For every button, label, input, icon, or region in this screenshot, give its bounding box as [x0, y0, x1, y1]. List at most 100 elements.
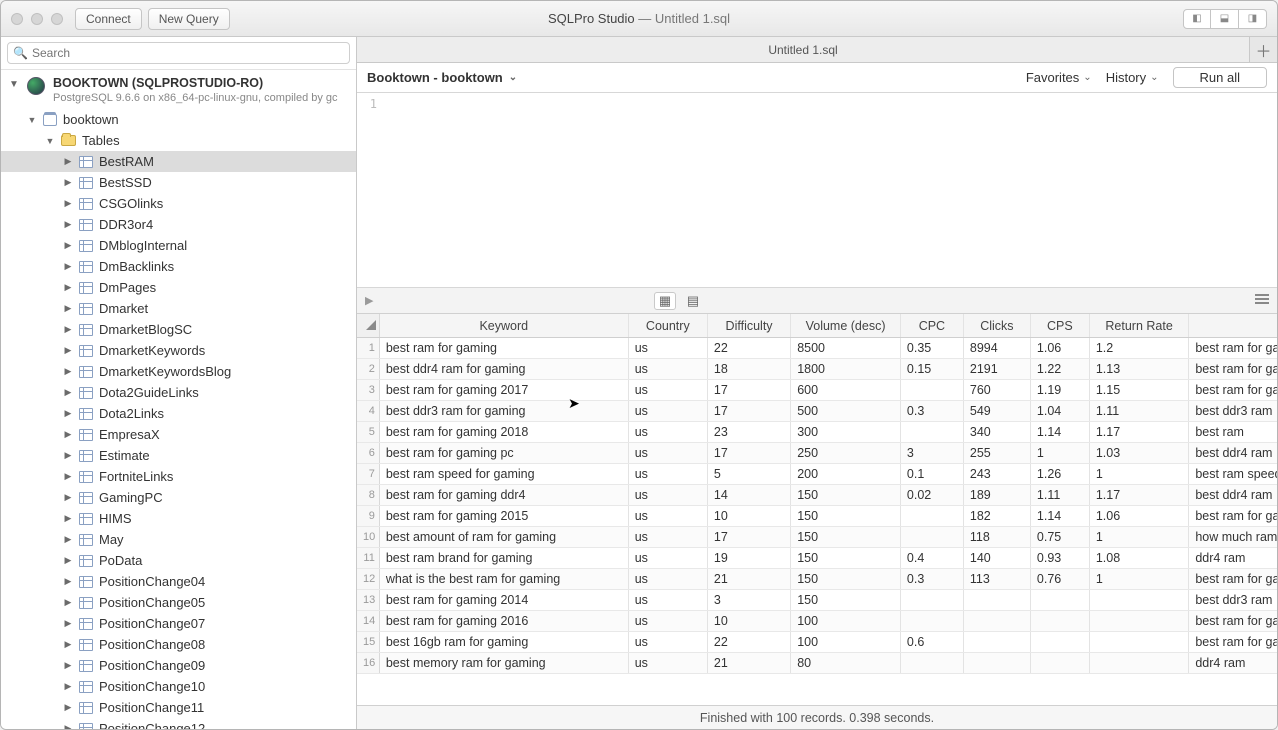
- cell[interactable]: 150: [791, 527, 901, 548]
- cell[interactable]: best ram for ga: [1189, 632, 1277, 653]
- cell[interactable]: 1.17: [1089, 422, 1189, 443]
- tree-table[interactable]: ▶May: [1, 529, 356, 550]
- cell[interactable]: best ram for gaming 2016: [379, 611, 628, 632]
- cell[interactable]: 243: [963, 464, 1030, 485]
- cell[interactable]: best ram for gaming 2018: [379, 422, 628, 443]
- cell[interactable]: 17: [707, 380, 790, 401]
- tree-table[interactable]: ▶PositionChange12: [1, 718, 356, 729]
- cell[interactable]: 18: [707, 359, 790, 380]
- cell[interactable]: best ddr4 ram: [1189, 443, 1277, 464]
- cell[interactable]: 0.35: [900, 338, 963, 359]
- tree-table[interactable]: ▶PositionChange07: [1, 613, 356, 634]
- cell[interactable]: [900, 527, 963, 548]
- tree-table[interactable]: ▶PositionChange08: [1, 634, 356, 655]
- row-number[interactable]: 9: [357, 506, 379, 527]
- tree-table[interactable]: ▶Dota2Links: [1, 403, 356, 424]
- cell[interactable]: 500: [791, 401, 901, 422]
- cell[interactable]: us: [628, 611, 707, 632]
- results-text-view[interactable]: ▤: [682, 292, 704, 310]
- cell[interactable]: us: [628, 527, 707, 548]
- cell[interactable]: 340: [963, 422, 1030, 443]
- cell[interactable]: best ram for gaming 2017: [379, 380, 628, 401]
- panel-toggle-right[interactable]: ◨: [1239, 9, 1267, 29]
- panel-toggle-left[interactable]: ◧: [1183, 9, 1211, 29]
- cell[interactable]: [963, 590, 1030, 611]
- cell[interactable]: [900, 380, 963, 401]
- cell[interactable]: 300: [791, 422, 901, 443]
- row-number[interactable]: 1: [357, 338, 379, 359]
- column-header[interactable]: CPS: [1030, 314, 1089, 338]
- tree-table[interactable]: ▶PositionChange11: [1, 697, 356, 718]
- cell[interactable]: us: [628, 548, 707, 569]
- cell[interactable]: best ddr3 ram: [1189, 590, 1277, 611]
- cell[interactable]: ddr4 ram: [1189, 548, 1277, 569]
- cell[interactable]: 0.4: [900, 548, 963, 569]
- table-row[interactable]: 1best ram for gamingus2285000.3589941.06…: [357, 338, 1277, 359]
- zoom-window[interactable]: [51, 13, 63, 25]
- tree-table[interactable]: ▶PoData: [1, 550, 356, 571]
- tree-table[interactable]: ▶PositionChange04: [1, 571, 356, 592]
- cell[interactable]: best ram for gaming pc: [379, 443, 628, 464]
- cell[interactable]: [1089, 632, 1189, 653]
- cell[interactable]: 140: [963, 548, 1030, 569]
- cell[interactable]: 17: [707, 527, 790, 548]
- cell[interactable]: 1.14: [1030, 422, 1089, 443]
- close-window[interactable]: [11, 13, 23, 25]
- column-header[interactable]: Country: [628, 314, 707, 338]
- cell[interactable]: 1.19: [1030, 380, 1089, 401]
- cell[interactable]: 1: [1089, 527, 1189, 548]
- add-tab-button[interactable]: ＋: [1249, 37, 1277, 62]
- cell[interactable]: 19: [707, 548, 790, 569]
- tree-table[interactable]: ▶HIMS: [1, 508, 356, 529]
- row-number[interactable]: 12: [357, 569, 379, 590]
- table-row[interactable]: 2best ddr4 ram for gamingus1818000.15219…: [357, 359, 1277, 380]
- results-grid-view[interactable]: ▦: [654, 292, 676, 310]
- row-corner[interactable]: [357, 314, 379, 338]
- cell[interactable]: us: [628, 338, 707, 359]
- row-number[interactable]: 7: [357, 464, 379, 485]
- table-row[interactable]: 9best ram for gaming 2015us101501821.141…: [357, 506, 1277, 527]
- table-row[interactable]: 14best ram for gaming 2016us10100best ra…: [357, 611, 1277, 632]
- column-header[interactable]: Return Rate: [1089, 314, 1189, 338]
- row-number[interactable]: 3: [357, 380, 379, 401]
- connect-button[interactable]: Connect: [75, 8, 142, 30]
- cell[interactable]: what is the best ram for gaming: [379, 569, 628, 590]
- tree-table[interactable]: ▶Estimate: [1, 445, 356, 466]
- cell[interactable]: 22: [707, 338, 790, 359]
- cell[interactable]: best ram: [1189, 422, 1277, 443]
- tree-table[interactable]: ▶PositionChange05: [1, 592, 356, 613]
- cell[interactable]: 0.02: [900, 485, 963, 506]
- cell[interactable]: 113: [963, 569, 1030, 590]
- cell[interactable]: 1.15: [1089, 380, 1189, 401]
- cell[interactable]: 150: [791, 548, 901, 569]
- cell[interactable]: [963, 653, 1030, 674]
- row-number[interactable]: 14: [357, 611, 379, 632]
- cell[interactable]: best ram for gaming 2014: [379, 590, 628, 611]
- cell[interactable]: 2191: [963, 359, 1030, 380]
- cell[interactable]: 100: [791, 611, 901, 632]
- tree-table[interactable]: ▶DmarketKeywordsBlog: [1, 361, 356, 382]
- table-row[interactable]: 4best ddr3 ram for gamingus175000.35491.…: [357, 401, 1277, 422]
- cell[interactable]: [1030, 632, 1089, 653]
- run-icon[interactable]: ▶: [365, 294, 373, 307]
- object-tree[interactable]: ▼ booktown ▼ Tables ▶BestRAM▶BestSSD▶CSG…: [1, 109, 356, 729]
- cell[interactable]: 1.08: [1089, 548, 1189, 569]
- table-row[interactable]: 6best ram for gaming pcus17250325511.03b…: [357, 443, 1277, 464]
- cell[interactable]: 22: [707, 632, 790, 653]
- cell[interactable]: 1.04: [1030, 401, 1089, 422]
- tree-table[interactable]: ▶DmBacklinks: [1, 256, 356, 277]
- cell[interactable]: 600: [791, 380, 901, 401]
- row-number[interactable]: 15: [357, 632, 379, 653]
- cell[interactable]: best ddr4 ram: [1189, 485, 1277, 506]
- tree-table[interactable]: ▶DmPages: [1, 277, 356, 298]
- cell[interactable]: 1.26: [1030, 464, 1089, 485]
- cell[interactable]: 100: [791, 632, 901, 653]
- table-row[interactable]: 13best ram for gaming 2014us3150best ddr…: [357, 590, 1277, 611]
- cell[interactable]: us: [628, 506, 707, 527]
- cell[interactable]: 21: [707, 653, 790, 674]
- cell[interactable]: best 16gb ram for gaming: [379, 632, 628, 653]
- cell[interactable]: ddr4 ram: [1189, 653, 1277, 674]
- tree-table[interactable]: ▶DMblogInternal: [1, 235, 356, 256]
- cell[interactable]: [1089, 653, 1189, 674]
- cell[interactable]: [900, 422, 963, 443]
